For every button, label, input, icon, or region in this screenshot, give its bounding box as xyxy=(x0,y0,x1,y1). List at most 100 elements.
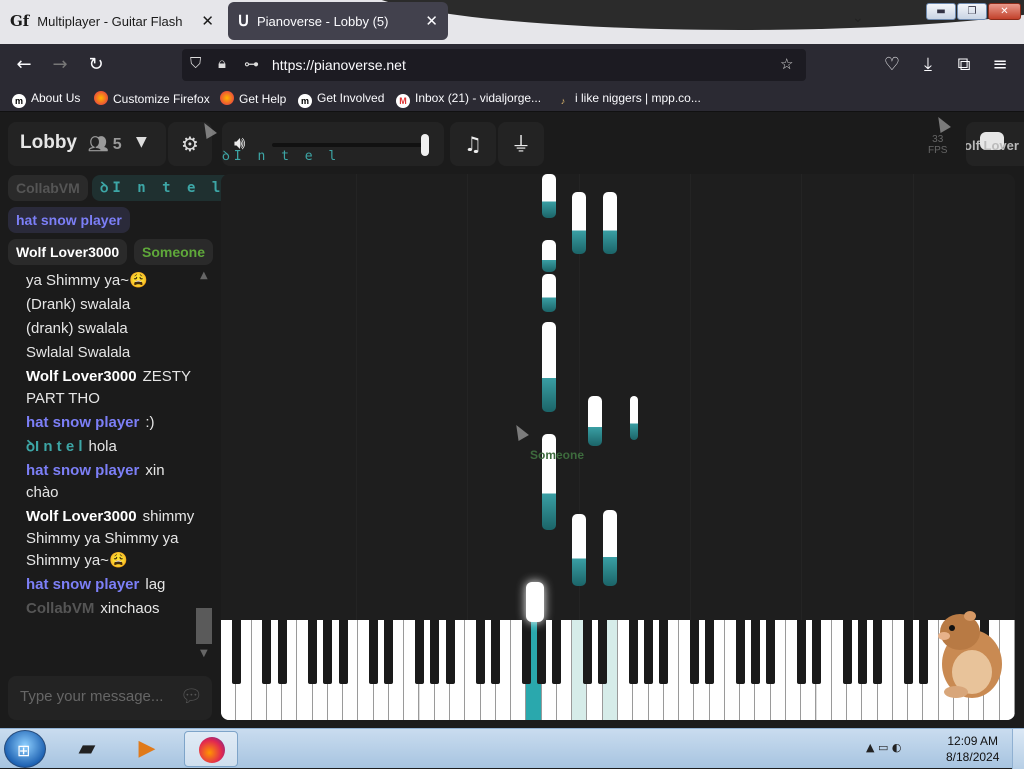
url-bar[interactable]: ⛉ 🔒︎ ⊶ https://pianoverse.net ☆ xyxy=(182,49,806,81)
tab-list-chevron-icon[interactable]: ⌄ xyxy=(852,10,864,26)
chat-author[interactable]: hat snow player xyxy=(26,414,139,431)
piano-black-key[interactable] xyxy=(338,620,348,684)
windows-logo-icon: ⊞ xyxy=(17,741,31,760)
user-chip[interactable]: hat snow player xyxy=(8,207,130,233)
piano-black-key[interactable] xyxy=(415,620,424,684)
piano-black-key[interactable] xyxy=(552,620,562,684)
falling-note xyxy=(542,240,556,272)
piano-black-key[interactable] xyxy=(308,620,318,684)
chat-author[interactable]: Wolf Lover3000 xyxy=(26,508,137,525)
user-chip[interactable]: ꝺI n t e l xyxy=(92,175,233,201)
piano-black-key[interactable] xyxy=(918,620,928,684)
menu-hamburger-icon[interactable]: ≡ xyxy=(988,53,1012,77)
chat-author[interactable]: Wolf Lover3000 xyxy=(26,368,137,385)
piano-black-key[interactable] xyxy=(628,620,638,684)
chat-author[interactable]: CollabVM xyxy=(26,600,94,617)
back-arrow-icon[interactable]: ← xyxy=(12,53,36,77)
user-chip[interactable]: Wolf Lover3000 xyxy=(8,239,128,265)
user-chip[interactable]: CollabVM xyxy=(8,175,88,201)
piano-black-key[interactable] xyxy=(231,620,241,684)
piano-black-key[interactable] xyxy=(812,620,821,684)
close-tab-icon[interactable]: ✕ xyxy=(425,12,438,30)
tab-pianoverse[interactable]: ᑌ Pianoverse - Lobby (5) ✕ xyxy=(228,2,448,40)
taskbar-app-media-player[interactable]: ▶ xyxy=(120,731,174,767)
grid-line xyxy=(913,174,914,620)
piano-black-key[interactable] xyxy=(644,620,654,684)
chat-author[interactable]: hat snow player xyxy=(26,462,139,479)
tab-guitar-flash[interactable]: Gf Multiplayer - Guitar Flash ✕ xyxy=(0,2,224,40)
piano-black-key[interactable] xyxy=(262,620,272,684)
piano-keyboard[interactable] xyxy=(221,620,1015,720)
gear-icon: ⚙ xyxy=(181,132,199,156)
piano-black-key[interactable] xyxy=(750,620,760,684)
piano-black-key[interactable] xyxy=(582,620,592,684)
pocket-icon[interactable]: ♡ xyxy=(880,53,904,77)
midi-button[interactable]: ⏚ xyxy=(498,122,544,166)
reload-icon[interactable]: ↻ xyxy=(84,53,108,77)
url-text[interactable]: https://pianoverse.net xyxy=(272,57,406,73)
taskbar-app-terminal[interactable]: ▰ xyxy=(60,731,114,767)
chat-bubble-icon[interactable]: 💬︎ xyxy=(180,686,203,707)
piano-black-key[interactable] xyxy=(857,620,867,684)
system-tray[interactable]: ▲ ▭ ◐ xyxy=(866,741,901,754)
discord-button[interactable]: Wolf Lover xyxy=(966,122,1024,166)
minimize-button[interactable]: ▬ xyxy=(926,3,956,20)
show-desktop-button[interactable] xyxy=(1012,729,1024,769)
bookmark-customize-firefox[interactable]: Customize Firefox xyxy=(94,91,210,106)
maximize-button[interactable]: ❐ xyxy=(957,3,987,20)
scrollbar-thumb[interactable] xyxy=(196,608,212,644)
piano-black-key[interactable] xyxy=(323,620,333,684)
scroll-down-icon[interactable]: ▼ xyxy=(200,648,208,659)
piano-black-key[interactable] xyxy=(903,620,913,684)
chat-author[interactable]: hat snow player xyxy=(26,576,139,593)
close-tab-icon[interactable]: ✕ xyxy=(201,12,214,30)
piano-black-key[interactable] xyxy=(369,620,379,684)
volume-control[interactable]: 🔊︎ ꝺI n t e l xyxy=(222,122,444,166)
shield-icon[interactable]: ⛉ xyxy=(190,55,201,72)
piano-black-key[interactable] xyxy=(445,620,455,684)
scroll-up-icon[interactable]: ▲ xyxy=(200,270,208,281)
piano-black-key[interactable] xyxy=(598,620,608,684)
taskbar-app-firefox[interactable] xyxy=(184,731,238,767)
piano-black-key[interactable] xyxy=(796,620,806,684)
piano-black-key[interactable] xyxy=(384,620,394,684)
piano-black-key[interactable] xyxy=(491,620,501,684)
dropdown-arrow-icon[interactable]: ▼ xyxy=(136,134,147,150)
bookmark-get-help[interactable]: Get Help xyxy=(220,91,286,106)
volume-slider-thumb[interactable] xyxy=(421,134,430,156)
music-button[interactable]: ♫ xyxy=(450,122,496,166)
bookmark-inbox[interactable]: M Inbox (21) - vidaljorge... xyxy=(396,91,541,108)
clock[interactable]: 12:09 AM 8/18/2024 xyxy=(946,733,999,765)
piano-black-key[interactable] xyxy=(277,620,287,684)
piano-black-key[interactable] xyxy=(735,620,745,684)
permissions-icon[interactable]: ⊶ xyxy=(244,55,259,73)
chat-text: Swlalal Swalala xyxy=(26,344,131,361)
piano-black-key[interactable] xyxy=(842,620,852,684)
bookmark-star-icon[interactable]: ☆ xyxy=(780,55,793,73)
piano-black-key[interactable] xyxy=(766,620,776,684)
lock-icon[interactable]: 🔒︎ xyxy=(218,55,226,72)
forward-arrow-icon[interactable]: → xyxy=(48,53,72,77)
start-button[interactable]: ⊞ xyxy=(4,730,46,768)
extensions-icon[interactable]: ⧉ xyxy=(952,53,976,77)
chat-scrollbar[interactable]: ▲ ▼ xyxy=(196,270,212,660)
room-selector[interactable]: Lobby 👥︎ 5 ▼ xyxy=(8,122,166,166)
piano-black-key[interactable] xyxy=(659,620,669,684)
bookmark-mpp[interactable]: ♪ i like niggers | mpp.co... xyxy=(556,91,701,108)
piano-black-key[interactable] xyxy=(689,620,699,684)
chat-author[interactable]: ꝺI n t e l xyxy=(26,438,83,455)
user-chip[interactable]: Someone xyxy=(134,239,214,265)
close-window-button[interactable]: ✕ xyxy=(988,3,1021,20)
piano-black-key[interactable] xyxy=(476,620,486,684)
piano-black-key[interactable] xyxy=(521,620,531,684)
chat-log: ya Shimmy ya~😩 (Drank) swalala (drank) swa… xyxy=(0,270,196,660)
piano-black-key[interactable] xyxy=(705,620,715,684)
piano-black-key[interactable] xyxy=(537,620,547,684)
chat-input[interactable] xyxy=(20,688,180,705)
remote-cursor xyxy=(933,114,951,133)
downloads-icon[interactable]: ⤓ xyxy=(916,53,940,77)
bookmark-get-involved[interactable]: m Get Involved xyxy=(298,91,384,108)
piano-black-key[interactable] xyxy=(430,620,440,684)
piano-black-key[interactable] xyxy=(873,620,883,684)
bookmark-about-us[interactable]: m About Us xyxy=(12,91,80,108)
